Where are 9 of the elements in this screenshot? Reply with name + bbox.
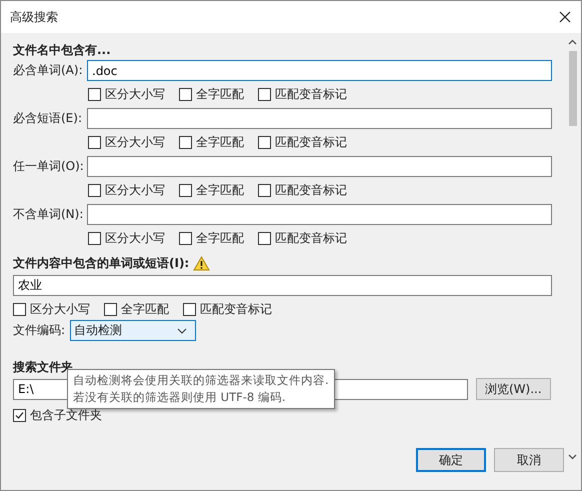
section-heading: 文件内容中包含的单词或短语(I): [13,255,190,272]
tooltip: 自动检测将会使用关联的筛选器来读取文件内容. 若没有关联的筛选器则使用 UTF-8 编码. [67,369,335,409]
field-label: 文件编码: [13,322,66,339]
section-heading: 文件名中包含有... [13,42,112,59]
field-label: 任一单词(O): [13,158,85,175]
field-label: 必含短语(E): [13,110,83,127]
window-title: 高级搜索 [10,8,58,26]
field-label: 不含单词(N): [13,206,84,223]
field-label: 必含单词(A): [13,62,84,79]
